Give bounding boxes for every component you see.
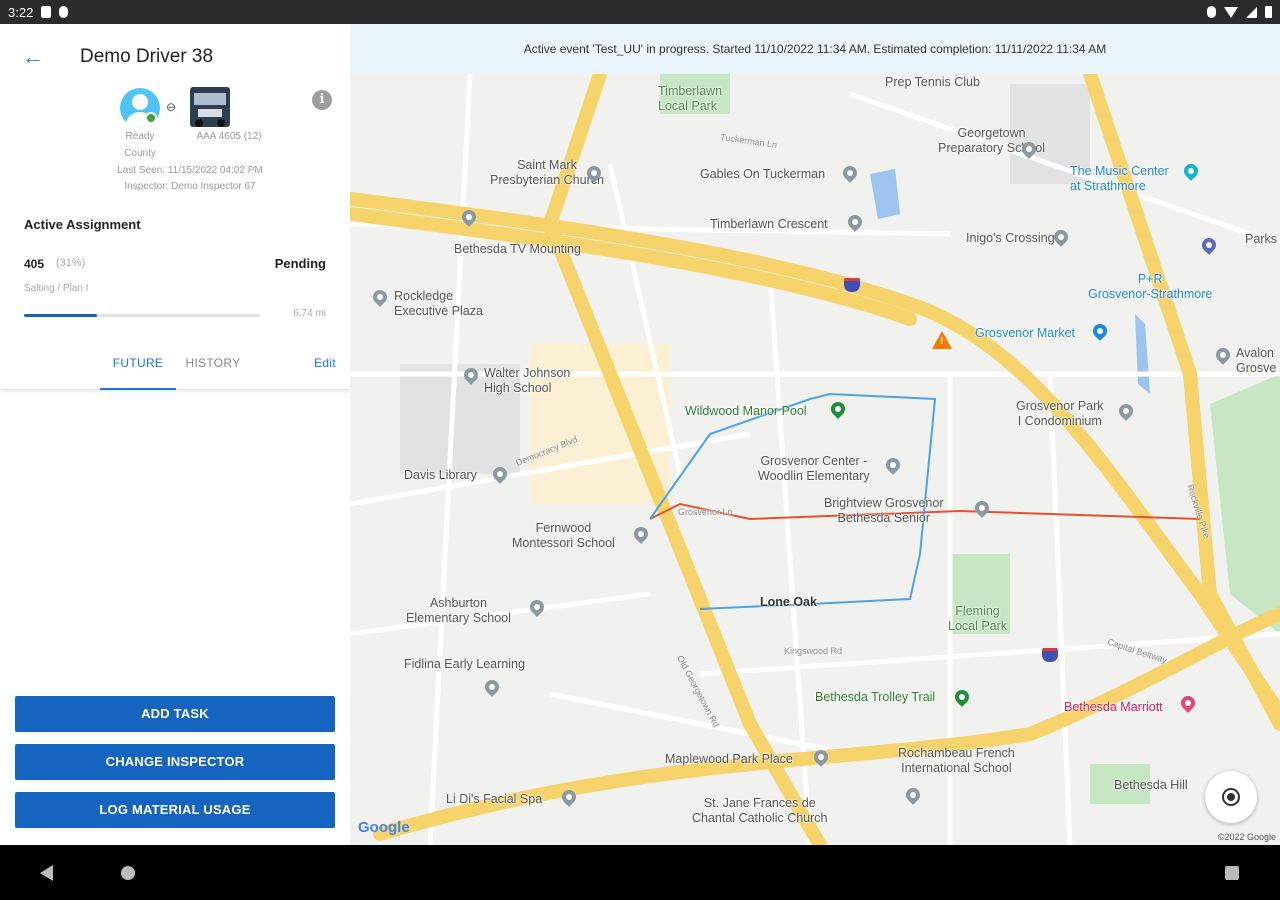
online-status-dot <box>145 112 157 124</box>
status-bar: 3:22 <box>0 0 1280 24</box>
edit-link[interactable]: Edit <box>296 356 336 370</box>
road-label: Grosvenor Ln <box>678 507 733 517</box>
assignment-progress-fill <box>24 314 98 317</box>
info-icon[interactable]: i <box>312 90 332 110</box>
poi-label: Bethesda TV Mounting <box>454 242 581 256</box>
task-tabs: FUTURE HISTORY Edit <box>0 334 350 390</box>
poi-label: Walter Johnson High School <box>484 366 571 395</box>
battery-icon <box>1265 6 1272 18</box>
poi-label: Grosvenor Center - Woodlin Elementary <box>758 454 870 483</box>
poi-label: Davis Library <box>404 468 477 482</box>
assignment-distance: 6.74 mi <box>293 308 326 319</box>
poi-label: Bethesda Trolley Trail <box>815 690 936 704</box>
assignment-id: 405 <box>24 257 45 271</box>
tab-history[interactable]: HISTORY <box>178 356 248 370</box>
interstate-shield-icon <box>844 278 860 292</box>
nav-recents-icon[interactable] <box>1225 866 1239 880</box>
water-area <box>1135 314 1150 394</box>
inspector-text: Inspector: Demo Inspector 67 <box>124 181 256 192</box>
poi-label: Fidlina Early Learning <box>404 657 525 671</box>
navigation-bar <box>0 845 1280 900</box>
park-area <box>1210 374 1280 634</box>
log-material-usage-button[interactable]: LOG MATERIAL USAGE <box>15 792 335 828</box>
wifi-icon <box>1224 6 1238 18</box>
last-seen-text: Last Seen: 11/15/2022 04:02 PM <box>117 165 263 176</box>
page-title: Demo Driver 38 <box>80 46 214 67</box>
back-arrow-icon[interactable]: ← <box>22 44 50 70</box>
active-assignment-heading: Active Assignment <box>24 217 141 232</box>
poi-label: Fernwood Montessori School <box>512 521 615 550</box>
poi-label: Fleming Local Park <box>948 604 1008 633</box>
driver-county-label: County <box>124 148 156 159</box>
sim-card-icon <box>41 6 52 18</box>
vehicle-label: AAA 4605 (12) <box>196 131 262 142</box>
poi-label: Bethesda Marriott <box>1064 700 1163 714</box>
poi-label: Gables On Tuckerman <box>700 167 826 181</box>
driver-panel: ← Demo Driver 38 i ⊖ Ready County AAA 46… <box>0 24 350 845</box>
assignment-progress-bar <box>24 314 260 317</box>
tab-future[interactable]: FUTURE <box>100 356 176 390</box>
map-view[interactable]: Active event 'Test_UU' in progress. Star… <box>350 24 1280 845</box>
assignment-subtitle: Salting / Plan I <box>24 283 89 294</box>
poi-label: Grosvenor Park I Condominium <box>1016 399 1104 428</box>
poi-label: Prep Tennis Club <box>885 75 980 89</box>
poi-label: Li Di's Facial Spa <box>446 792 543 806</box>
signal-icon <box>1246 6 1257 18</box>
interstate-shield-icon <box>1042 648 1058 662</box>
poi-label: Inigo's Crossing <box>966 231 1055 245</box>
poi-label: Rockledge Executive Plaza <box>394 289 483 318</box>
change-inspector-button[interactable]: CHANGE INSPECTOR <box>15 744 335 780</box>
shield-icon <box>59 6 69 18</box>
poi-label: P+R Grosvenor-Strathmore <box>1088 272 1213 301</box>
poi-label: Ashburton Elementary School <box>406 596 511 625</box>
active-event-banner: Active event 'Test_UU' in progress. Star… <box>350 24 1280 74</box>
poi-label: Rochambeau French International School <box>898 746 1015 775</box>
water-area <box>870 169 900 219</box>
poi-label: Bethesda Hill <box>1114 778 1188 792</box>
poi-label: Timberlawn Crescent <box>710 217 828 231</box>
assignment-percent: (31%) <box>56 257 86 269</box>
poi-label: St. Jane Frances de Chantal Catholic Chu… <box>692 796 828 825</box>
nav-back-icon[interactable] <box>40 865 53 881</box>
assignment-status: Pending <box>274 256 326 271</box>
poi-label: Grosvenor Market <box>975 326 1076 340</box>
warning-icon[interactable]: ! <box>932 331 952 349</box>
poi-label: The Music Center at Strathmore <box>1070 164 1169 193</box>
status-time: 3:22 <box>8 4 34 20</box>
my-location-button[interactable] <box>1205 771 1257 823</box>
driver-status-label: Ready <box>125 131 155 142</box>
poi-label: Wildwood Manor Pool <box>685 404 807 418</box>
vehicle-thumbnail <box>190 87 230 127</box>
map-copyright: ©2022 Google <box>1217 832 1276 842</box>
poi-label: Brightview Grosvenor Bethesda Senior <box>824 496 944 525</box>
nav-home-icon[interactable] <box>121 866 135 880</box>
poi-label: Avalon Grosve <box>1236 346 1277 375</box>
poi-label: Parks <box>1245 232 1277 246</box>
location-icon <box>1207 6 1216 18</box>
add-task-button[interactable]: ADD TASK <box>15 696 335 732</box>
google-logo: Google <box>358 819 410 836</box>
poi-label: Lone Oak <box>760 595 817 609</box>
road-label: Kingswood Rd <box>784 646 843 656</box>
link-icon: ⊖ <box>166 100 177 114</box>
poi-label: Maplewood Park Place <box>665 752 793 766</box>
poi-label: Timberlawn Local Park <box>658 84 723 113</box>
